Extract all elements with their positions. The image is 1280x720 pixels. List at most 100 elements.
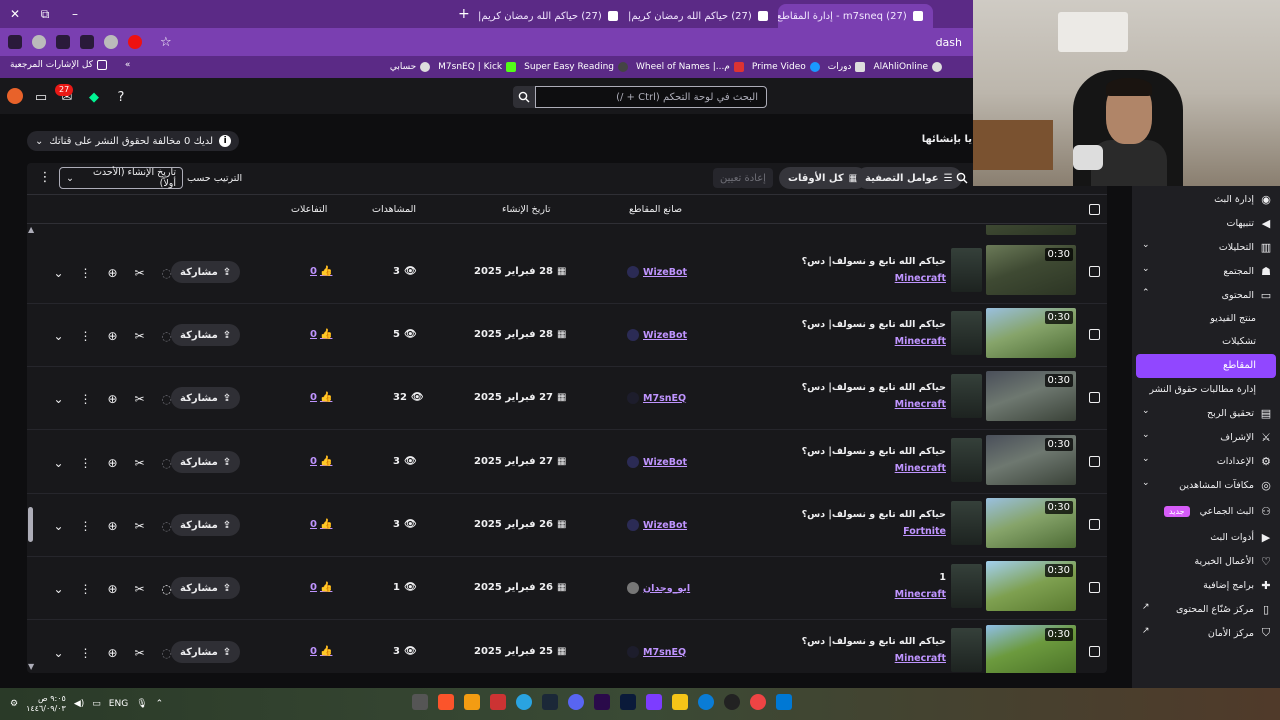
clip-row[interactable]: 0:30 حياكم الله تابع و نسولف| دس؟ Minecraf… <box>27 621 1107 673</box>
avatar[interactable] <box>7 88 23 104</box>
nav-alerts[interactable]: ◀ تنبيهات <box>1132 212 1280 234</box>
select-all-checkbox[interactable] <box>1089 204 1100 215</box>
clip-game-link[interactable]: Fortnite <box>903 526 946 537</box>
clip-creator[interactable]: ابو_وجدان <box>627 582 690 594</box>
share-button[interactable]: ⇪ مشاركة <box>171 261 241 283</box>
browser-tab[interactable]: (27) حياكم الله رمضان كريم| دس...✕ <box>628 4 778 28</box>
add-icon[interactable]: ⊕ <box>99 645 126 661</box>
extension-icon[interactable] <box>80 35 94 49</box>
clip-game-link[interactable]: Minecraft <box>895 653 946 664</box>
expand-chevron-icon[interactable]: ⌄ <box>45 581 72 597</box>
nav-stream-manager[interactable]: ◉ إدارة البث <box>1132 188 1280 210</box>
app-icon[interactable] <box>490 694 506 710</box>
scissors-icon[interactable]: ✂ <box>126 265 153 281</box>
expand-chevron-icon[interactable]: ⌄ <box>45 645 72 661</box>
loading-icon[interactable]: ◌ <box>153 455 180 471</box>
telegram-icon[interactable] <box>516 694 532 710</box>
scissors-icon[interactable]: ✂ <box>126 455 153 471</box>
more-options-icon[interactable]: ⋮ <box>72 455 99 471</box>
nav-extensions[interactable]: ✚ برامج إضافية <box>1132 574 1280 596</box>
clip-creator[interactable]: M7snEQ <box>627 646 686 658</box>
clip-row[interactable]: 0:30 حياكم الله تابع و نسولف| دس؟ Minecraf… <box>27 241 1107 304</box>
row-checkbox[interactable] <box>1089 582 1100 593</box>
clip-creator[interactable]: M7snEQ <box>627 392 686 404</box>
share-button[interactable]: ⇪ مشاركة <box>171 324 241 346</box>
clip-likes[interactable]: 0 👍 <box>310 519 332 530</box>
share-button[interactable]: ⇪ مشاركة <box>171 514 241 536</box>
bookmark-item[interactable]: دورات <box>828 62 866 72</box>
settings-icon[interactable]: ⚙ <box>10 699 18 709</box>
nav-viewer-rewards[interactable]: ◎ مكافآت المشاهدين ⌄ <box>1132 474 1280 496</box>
clip-row[interactable]: 0:30 حياكم الله تابع و نسولف| دس؟ Minecraf… <box>27 431 1107 494</box>
discord-icon[interactable] <box>568 694 584 710</box>
new-tab-button[interactable]: + <box>450 6 478 22</box>
more-options-icon[interactable]: ⋮ <box>72 518 99 534</box>
search-icon[interactable] <box>513 86 535 108</box>
scissors-icon[interactable]: ✂ <box>126 328 153 344</box>
search-icon[interactable] <box>951 168 973 188</box>
add-icon[interactable]: ⊕ <box>99 265 126 281</box>
nav-content[interactable]: ▭ المحتوى ⌃ <box>1132 284 1280 306</box>
nav-collab-stream[interactable]: ⚇ البث الجماعي جديد <box>1132 500 1280 522</box>
expand-chevron-icon[interactable]: ⌄ <box>45 391 72 407</box>
clip-title[interactable]: حياكم الله تابع و نسولف| دس؟ <box>802 382 946 393</box>
nav-charity[interactable]: ♡ الأعمال الخيرية <box>1132 550 1280 572</box>
browser-tab[interactable]: (27) حياكم الله رمضان كريم| دس...✕ <box>478 4 628 28</box>
clip-game-link[interactable]: Minecraft <box>895 463 946 474</box>
add-icon[interactable]: ⊕ <box>99 391 126 407</box>
nav-monetization[interactable]: ▤ تحقيق الربح ⌄ <box>1132 402 1280 424</box>
bookmark-star-icon[interactable]: ☆ <box>160 35 172 50</box>
scroll-up-icon[interactable]: ▲ <box>28 225 34 234</box>
creator-column-header[interactable]: صانع المقاطع <box>629 204 682 215</box>
clip-creator[interactable]: WizeBot <box>627 456 687 468</box>
extension-icon[interactable] <box>8 35 22 49</box>
nav-stream-tools[interactable]: ▶ أدوات البث <box>1132 526 1280 548</box>
youtube-extension-icon[interactable] <box>128 35 142 49</box>
clip-thumbnail[interactable]: 0:30 <box>986 371 1076 421</box>
more-options-icon[interactable]: ⋮ <box>72 265 99 281</box>
browser-tab-active[interactable]: (27) m7sneq - إدارة المقاطع - Tw✕ <box>777 4 933 28</box>
bookmark-item[interactable]: M7snEQ | Kick <box>438 62 517 72</box>
minimize-window-icon[interactable]: – <box>60 0 90 28</box>
bookmark-item[interactable]: AlAhliOnline <box>873 62 942 72</box>
clip-game-link[interactable]: Minecraft <box>895 336 946 347</box>
bookmark-item[interactable]: حسابي <box>390 62 431 72</box>
expand-chevron-icon[interactable]: ⌄ <box>45 455 72 471</box>
created-column-header[interactable]: تاريخ الإنشاء <box>502 204 550 215</box>
file-explorer-icon[interactable] <box>672 694 688 710</box>
views-column-header[interactable]: المشاهدات <box>372 204 416 215</box>
loading-icon[interactable]: ◌ <box>153 581 180 597</box>
app-icon[interactable] <box>412 694 428 710</box>
clip-likes[interactable]: 0 👍 <box>310 392 332 403</box>
clip-likes[interactable]: 0 👍 <box>310 582 332 593</box>
loading-icon[interactable]: ◌ <box>153 328 180 344</box>
bookmark-item[interactable]: Super Easy Reading <box>524 62 628 72</box>
more-options-icon[interactable]: ⋮ <box>37 170 53 188</box>
clock[interactable]: ٩:٠٥ ص ١٤٤٦/٠٩/٠٣ <box>26 694 66 714</box>
add-icon[interactable]: ⊕ <box>99 518 126 534</box>
all-times-button[interactable]: ▦ كل الأوقات <box>779 167 868 189</box>
extension-icon[interactable] <box>32 35 46 49</box>
bookmark-item[interactable]: م...| Wheel of Names <box>636 62 744 72</box>
nav-moderation[interactable]: ⚔ الإشراف ⌄ <box>1132 426 1280 448</box>
scroll-down-icon[interactable]: ▼ <box>28 662 34 671</box>
obs-icon[interactable] <box>724 694 740 710</box>
bookmark-item[interactable]: Prime Video <box>752 62 820 72</box>
clip-game-link[interactable]: Minecraft <box>895 273 946 284</box>
expand-chevron-icon[interactable]: ⌄ <box>45 328 72 344</box>
clip-thumbnail[interactable]: 0:30 <box>986 245 1076 295</box>
row-checkbox[interactable] <box>1089 266 1100 277</box>
network-icon[interactable]: ▭ <box>92 699 101 709</box>
premiere-icon[interactable] <box>594 694 610 710</box>
close-window-icon[interactable]: ✕ <box>0 0 30 28</box>
scissors-icon[interactable]: ✂ <box>126 391 153 407</box>
row-checkbox[interactable] <box>1089 329 1100 340</box>
share-button[interactable]: ⇪ مشاركة <box>171 577 241 599</box>
scissors-icon[interactable]: ✂ <box>126 581 153 597</box>
expand-chevron-icon[interactable]: ⌄ <box>45 265 72 281</box>
clip-thumbnail[interactable] <box>986 225 1076 235</box>
clip-title[interactable]: حياكم الله تابع و نسولف| دس؟ <box>802 636 946 647</box>
share-button[interactable]: ⇪ مشاركة <box>171 387 241 409</box>
loading-icon[interactable]: ◌ <box>153 518 180 534</box>
language-indicator[interactable]: ENG <box>109 699 128 709</box>
